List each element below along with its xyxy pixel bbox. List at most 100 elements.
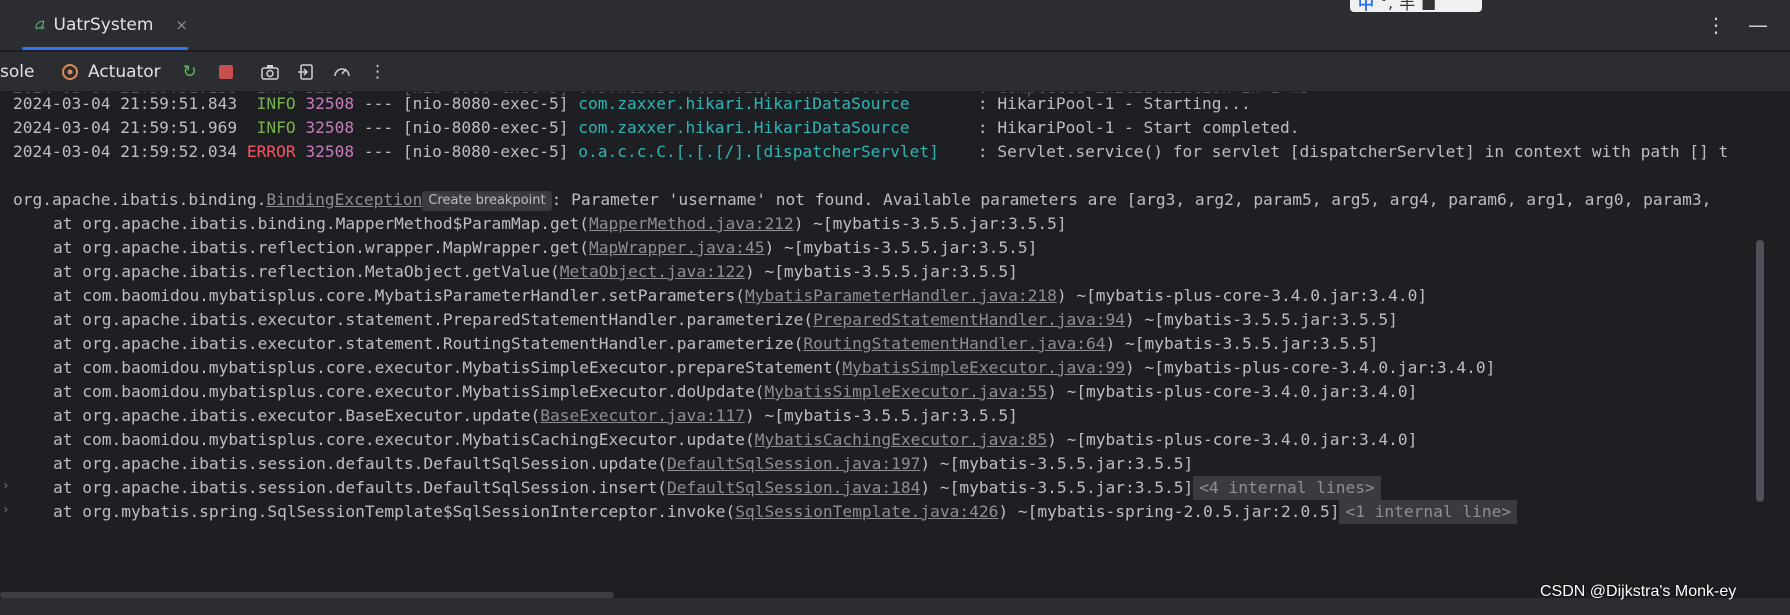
- shirt-icon: ■: [1421, 0, 1437, 12]
- source-link[interactable]: DefaultSqlSession.java:184: [667, 478, 920, 497]
- source-link[interactable]: MybatisSimpleExecutor.java:99: [842, 358, 1125, 377]
- stack-frame: at com.baomidou.mybatisplus.core.executo…: [53, 428, 1417, 452]
- log-logger: com.zaxxer.hikari.HikariDataSource: [578, 94, 969, 113]
- camera-icon[interactable]: [257, 59, 283, 85]
- stack-method: at com.baomidou.mybatisplus.core.Mybatis…: [53, 286, 745, 305]
- source-link[interactable]: DefaultSqlSession.java:197: [667, 454, 920, 473]
- stack-jar: ) ~[mybatis-3.5.5.jar:3.5.5]: [764, 238, 1038, 257]
- stack-jar: ) ~[mybatis-plus-core-3.4.0.jar:3.4.0]: [1056, 286, 1428, 305]
- vertical-scrollbar[interactable]: [1756, 240, 1764, 502]
- stack-frame: at org.apache.ibatis.reflection.MetaObje…: [53, 260, 1018, 284]
- restore-layout-icon[interactable]: [293, 59, 319, 85]
- ime-language-indicator: 中: [1358, 0, 1375, 13]
- log-thread: [nio-8080-exec-5]: [402, 94, 569, 113]
- log-line: 2024-03-04 21:59:51.969 INFO 32508 --- […: [13, 116, 1299, 140]
- log-sep: ---: [354, 118, 403, 137]
- ime-status-bar: 中 °, 半 ■: [1350, 0, 1482, 13]
- stack-method: at org.apache.ibatis.reflection.wrapper.…: [53, 238, 590, 257]
- actuator-icon: [62, 63, 78, 80]
- stack-method: at org.apache.ibatis.session.defaults.De…: [53, 478, 667, 497]
- tab-actuator[interactable]: Actuator: [60, 62, 161, 82]
- tab-console[interactable]: sole: [0, 62, 52, 82]
- source-link[interactable]: MetaObject.java:122: [560, 262, 745, 281]
- source-link[interactable]: SqlSessionTemplate.java:426: [735, 502, 998, 521]
- ime-punctuation-indicator: °,: [1380, 0, 1394, 12]
- internal-lines-fold[interactable]: <4 internal lines>: [1193, 476, 1381, 500]
- stack-jar: ) ~[mybatis-plus-core-3.4.0.jar:3.4.0]: [1047, 430, 1418, 449]
- log-message: : HikariPool-1 - Starting...: [968, 94, 1251, 113]
- stack-frame: at org.apache.ibatis.session.defaults.De…: [53, 476, 1381, 500]
- stack-frame: at org.apache.ibatis.executor.statement.…: [53, 332, 1378, 356]
- log-timestamp: 2024-03-04 21:59:52.034: [13, 142, 238, 161]
- stack-jar: ) ~[mybatis-3.5.5.jar:3.5.5]: [1105, 334, 1379, 353]
- log-sep: ---: [354, 94, 403, 113]
- source-link[interactable]: MapperMethod.java:212: [589, 214, 794, 233]
- exception-line: org.apache.ibatis.binding.BindingExcepti…: [13, 188, 1711, 212]
- source-link[interactable]: PreparedStatementHandler.java:94: [813, 310, 1125, 329]
- spring-boot-icon: [35, 20, 45, 30]
- close-icon[interactable]: ×: [175, 16, 188, 34]
- log-thread: [nio-8080-exec-5]: [402, 142, 569, 161]
- profiler-icon[interactable]: [329, 59, 355, 85]
- more-options-icon[interactable]: ⋮: [1706, 13, 1726, 37]
- stack-method: at org.mybatis.spring.SqlSessionTemplate…: [53, 502, 736, 521]
- log-line: 2024-03-04 21:59:51.843 INFO 32508 --- […: [13, 92, 1251, 116]
- exception-package: org.apache.ibatis.binding.: [13, 190, 267, 209]
- stack-frame: at com.baomidou.mybatisplus.core.Mybatis…: [53, 284, 1427, 308]
- source-link[interactable]: RoutingStatementHandler.java:64: [803, 334, 1105, 353]
- stack-method: at org.apache.ibatis.session.defaults.De…: [53, 454, 667, 473]
- source-link[interactable]: MybatisSimpleExecutor.java:55: [764, 382, 1047, 401]
- title-actions: ⋮ —: [1706, 13, 1768, 37]
- more-actions-icon[interactable]: ⋮: [365, 59, 391, 85]
- stop-icon[interactable]: [213, 59, 239, 85]
- run-tab-label: UatrSystem: [53, 15, 154, 35]
- log-thread: [nio-8080-exec-5]: [402, 118, 569, 137]
- log-level: ERROR: [246, 142, 296, 161]
- log-logger: o.a.c.c.C.[.[.[/].[dispatcherServlet]: [578, 142, 969, 161]
- chevron-right-icon[interactable]: ›: [3, 502, 9, 518]
- source-link[interactable]: BaseExecutor.java:117: [540, 406, 745, 425]
- console-output[interactable]: 2024-03-04 21:59:51.136 INFO 32508 --- […: [0, 92, 1790, 596]
- stack-method: at org.apache.ibatis.reflection.MetaObje…: [53, 262, 560, 281]
- exception-message: : Parameter 'username' not found. Availa…: [551, 190, 1712, 209]
- source-link[interactable]: MybatisCachingExecutor.java:85: [755, 430, 1047, 449]
- rerun-icon[interactable]: ↻: [177, 59, 203, 85]
- log-pid: 32508: [305, 118, 355, 137]
- log-logger: com.zaxxer.hikari.HikariDataSource: [578, 118, 969, 137]
- stack-jar: ) ~[mybatis-3.5.5.jar:3.5.5]: [920, 454, 1194, 473]
- stack-frame: at com.baomidou.mybatisplus.core.executo…: [53, 380, 1417, 404]
- stack-method: at com.baomidou.mybatisplus.core.executo…: [53, 358, 843, 377]
- title-bar: UatrSystem × 中 °, 半 ■ ⋮ —: [0, 0, 1790, 50]
- log-timestamp: 2024-03-04 21:59:51.969: [13, 118, 238, 137]
- stack-frame: at org.apache.ibatis.binding.MapperMetho…: [53, 212, 1067, 236]
- stack-method: at com.baomidou.mybatisplus.core.executo…: [53, 430, 755, 449]
- run-toolbar: sole Actuator ↻ ⋮: [0, 52, 1790, 92]
- stack-method: at org.apache.ibatis.executor.BaseExecut…: [53, 406, 541, 425]
- status-bar: [0, 598, 1790, 615]
- log-level: INFO: [256, 118, 296, 137]
- stack-method: at org.apache.ibatis.binding.MapperMetho…: [53, 214, 590, 233]
- stack-method: at com.baomidou.mybatisplus.core.executo…: [53, 382, 765, 401]
- log-message: : HikariPool-1 - Start completed.: [968, 118, 1300, 137]
- watermark: CSDN @Dijkstra's Monk-ey: [1540, 583, 1737, 600]
- stack-method: at org.apache.ibatis.executor.statement.…: [53, 334, 804, 353]
- log-pid: 32508: [305, 94, 355, 113]
- stack-jar: ) ~[mybatis-plus-core-3.4.0.jar:3.4.0]: [1125, 358, 1496, 377]
- stack-frame: at com.baomidou.mybatisplus.core.executo…: [53, 356, 1495, 380]
- exception-class-link[interactable]: BindingException: [266, 190, 422, 209]
- log-pid: 32508: [305, 142, 355, 161]
- create-breakpoint-button[interactable]: Create breakpoint: [422, 190, 552, 211]
- source-link[interactable]: MybatisParameterHandler.java:218: [745, 286, 1057, 305]
- stack-method: at org.apache.ibatis.executor.statement.…: [53, 310, 814, 329]
- stack-jar: ) ~[mybatis-3.5.5.jar:3.5.5]: [920, 478, 1194, 497]
- tab-actuator-label: Actuator: [88, 61, 161, 82]
- stack-jar: ) ~[mybatis-spring-2.0.5.jar:2.0.5]: [998, 502, 1340, 521]
- stack-jar: ) ~[mybatis-3.5.5.jar:3.5.5]: [793, 214, 1067, 233]
- chevron-right-icon[interactable]: ›: [3, 478, 9, 494]
- source-link[interactable]: MapWrapper.java:45: [589, 238, 764, 257]
- internal-lines-fold[interactable]: <1 internal line>: [1339, 500, 1518, 524]
- stack-jar: ) ~[mybatis-plus-core-3.4.0.jar:3.4.0]: [1047, 382, 1418, 401]
- stack-jar: ) ~[mybatis-3.5.5.jar:3.5.5]: [744, 406, 1018, 425]
- minimize-icon[interactable]: —: [1748, 13, 1768, 37]
- run-tab-uatrsystem[interactable]: UatrSystem ×: [22, 0, 188, 50]
